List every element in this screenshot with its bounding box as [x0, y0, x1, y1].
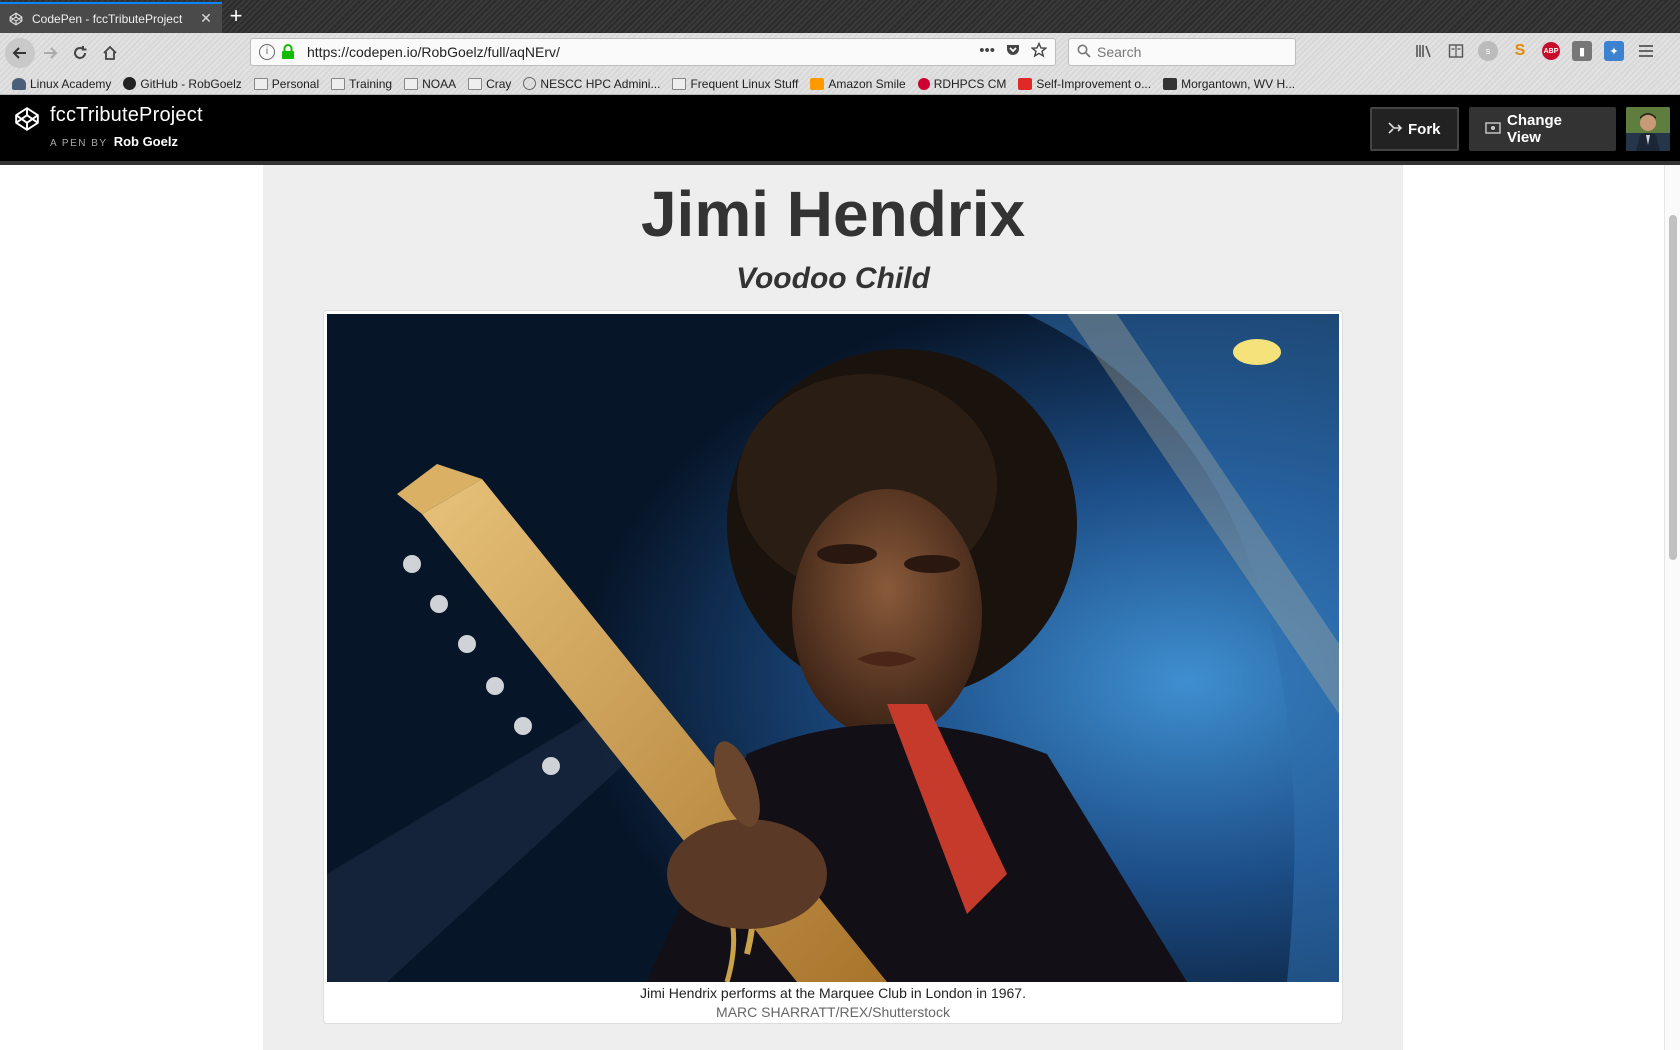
- bookmark-label: Frequent Linux Stuff: [690, 76, 799, 91]
- browser-tab[interactable]: CodePen - fccTributeProject ✕: [0, 2, 222, 33]
- back-button[interactable]: [5, 38, 35, 68]
- flip-icon: [1018, 77, 1033, 90]
- la-icon: [12, 77, 26, 90]
- back-arrow-icon: [12, 47, 26, 59]
- github-icon: [123, 77, 137, 90]
- bookmark-item[interactable]: GitHub - RobGoelz: [123, 76, 242, 91]
- bookmark-item[interactable]: RDHPCS CM: [917, 76, 1007, 91]
- page-actions-icon[interactable]: •••: [979, 42, 995, 62]
- bookmark-label: Morgantown, WV H...: [1181, 76, 1296, 91]
- home-icon: [103, 45, 117, 60]
- bookmark-item[interactable]: NOAA: [404, 77, 456, 91]
- amazon-icon: [810, 77, 825, 90]
- home-button[interactable]: [95, 38, 125, 68]
- bookmark-item[interactable]: Amazon Smile: [810, 76, 906, 91]
- bookmark-item[interactable]: NESCC HPC Admini...: [523, 77, 660, 91]
- bookmark-item[interactable]: Linux Academy: [12, 77, 111, 91]
- change-view-label: Change View: [1507, 112, 1563, 146]
- globe-icon: [523, 77, 537, 90]
- tab-close-icon[interactable]: ✕: [198, 10, 214, 27]
- reload-button[interactable]: [65, 38, 95, 68]
- page-title: Jimi Hendrix: [640, 178, 1026, 250]
- bookmark-label: GitHub - RobGoelz: [140, 76, 242, 91]
- new-tab-button[interactable]: +: [222, 2, 250, 33]
- bookmark-item[interactable]: Cray: [468, 77, 511, 91]
- bookmark-label: RDHPCS CM: [933, 76, 1007, 91]
- url-text[interactable]: https://codepen.io/RobGoelz/full/aqNErv/: [307, 44, 979, 60]
- codepen-favicon-icon: [8, 11, 24, 27]
- bookmark-item[interactable]: Self-Improvement o...: [1018, 77, 1151, 91]
- pen-author-link[interactable]: Rob Goelz: [114, 134, 178, 149]
- bookmark-item[interactable]: Personal: [253, 76, 320, 91]
- bookmark-label: NOAA: [422, 76, 457, 91]
- byline-prefix: A PEN BY: [50, 138, 108, 149]
- bookmark-label: Training: [349, 76, 393, 91]
- codepen-logo-icon[interactable]: [14, 106, 40, 132]
- menu-icon[interactable]: [1636, 41, 1656, 61]
- folder-icon: [404, 77, 419, 90]
- fork-button[interactable]: Fork: [1370, 107, 1459, 151]
- lock-icon: [281, 44, 297, 60]
- bookmark-label: Personal: [271, 76, 320, 91]
- url-bar[interactable]: i https://codepen.io/RobGoelz/full/aqNEr…: [250, 38, 1056, 66]
- bookmark-item[interactable]: Morgantown, WV H...: [1163, 77, 1295, 91]
- page-scrollbar[interactable]: [1664, 165, 1680, 1050]
- adblock-plus-icon[interactable]: ABP: [1542, 42, 1560, 60]
- forward-button[interactable]: [35, 38, 65, 68]
- bookmark-label: NESCC HPC Admini...: [540, 76, 661, 91]
- change-view-button[interactable]: Change View: [1469, 107, 1616, 151]
- folder-icon: [253, 77, 268, 90]
- tribute-main: Jimi Hendrix Voodoo Child Jimi Hendrix p…: [263, 165, 1403, 1050]
- folder-icon: [331, 77, 346, 90]
- wv-icon: [1163, 77, 1178, 90]
- reader-view-icon[interactable]: [1446, 41, 1466, 61]
- library-icon[interactable]: [1414, 41, 1434, 61]
- tab-strip: CodePen - fccTributeProject ✕ +: [0, 0, 1680, 33]
- noaa-icon: [917, 77, 930, 90]
- page-content: Jimi Hendrix Voodoo Child Jimi Hendrix p…: [0, 165, 1664, 1050]
- bookmark-label: Self-Improvement o...: [1036, 76, 1152, 91]
- site-info-icon[interactable]: i: [259, 44, 275, 60]
- extension-gray-icon[interactable]: ▮: [1572, 41, 1592, 61]
- forward-arrow-icon: [44, 47, 58, 59]
- tab-title: CodePen - fccTributeProject: [32, 11, 183, 26]
- bookmark-star-icon[interactable]: [1030, 41, 1048, 62]
- bookmarks-bar: Linux Academy GitHub - RobGoelz Personal Tr…: [0, 73, 1680, 95]
- search-bar[interactable]: Search: [1068, 38, 1296, 66]
- reload-icon: [74, 46, 87, 59]
- fork-icon: [1388, 121, 1403, 138]
- bookmark-item[interactable]: Training: [331, 77, 392, 91]
- search-icon: [1077, 44, 1091, 61]
- navigation-toolbar: i https://codepen.io/RobGoelz/full/aqNEr…: [0, 33, 1680, 73]
- codepen-header: fccTributeProject A PEN BY Rob Goelz For…: [0, 95, 1680, 165]
- pen-title[interactable]: fccTributeProject: [50, 104, 203, 127]
- image-credit: MARC SHARRATT/REX/Shutterstock: [716, 1004, 950, 1020]
- image-caption: Jimi Hendrix performs at the Marquee Clu…: [640, 985, 1026, 1001]
- hendrix-photo: [327, 314, 1339, 982]
- fork-label: Fork: [1408, 120, 1441, 138]
- slack-icon[interactable]: S: [1510, 41, 1530, 61]
- folder-icon: [468, 77, 483, 90]
- bookmark-label: Cray: [486, 76, 512, 91]
- user-avatar[interactable]: [1626, 107, 1670, 151]
- pen-byline: A PEN BY Rob Goelz: [50, 134, 178, 149]
- scrollbar-thumb[interactable]: [1669, 215, 1677, 560]
- bookmark-item[interactable]: Frequent Linux Stuff: [672, 77, 798, 91]
- bookmark-label: Amazon Smile: [828, 76, 906, 91]
- extension-blue-icon[interactable]: ✦: [1604, 41, 1624, 61]
- layout-icon: [1485, 121, 1501, 137]
- extension-icon[interactable]: s: [1478, 41, 1498, 61]
- pocket-icon[interactable]: [1005, 42, 1021, 62]
- folder-icon: [672, 77, 687, 90]
- image-figure: Jimi Hendrix performs at the Marquee Clu…: [323, 310, 1343, 1024]
- bookmark-label: Linux Academy: [30, 76, 112, 91]
- page-subtitle: Voodoo Child: [736, 262, 930, 295]
- search-placeholder: Search: [1097, 44, 1142, 60]
